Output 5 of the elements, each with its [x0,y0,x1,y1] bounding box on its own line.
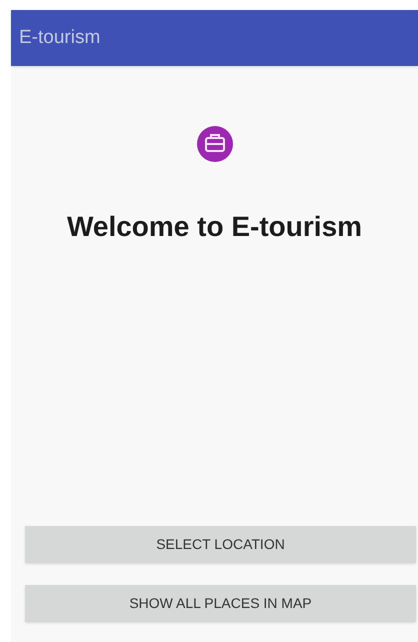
briefcase-icon [196,126,232,162]
app-title: E-tourism [19,26,100,50]
action-button[interactable]: SELECT LOCATION [25,526,416,563]
welcome-heading: Welcome to E-tourism [66,210,362,244]
action-button[interactable]: SHOW ALL PLACES IN MAP [25,585,416,622]
